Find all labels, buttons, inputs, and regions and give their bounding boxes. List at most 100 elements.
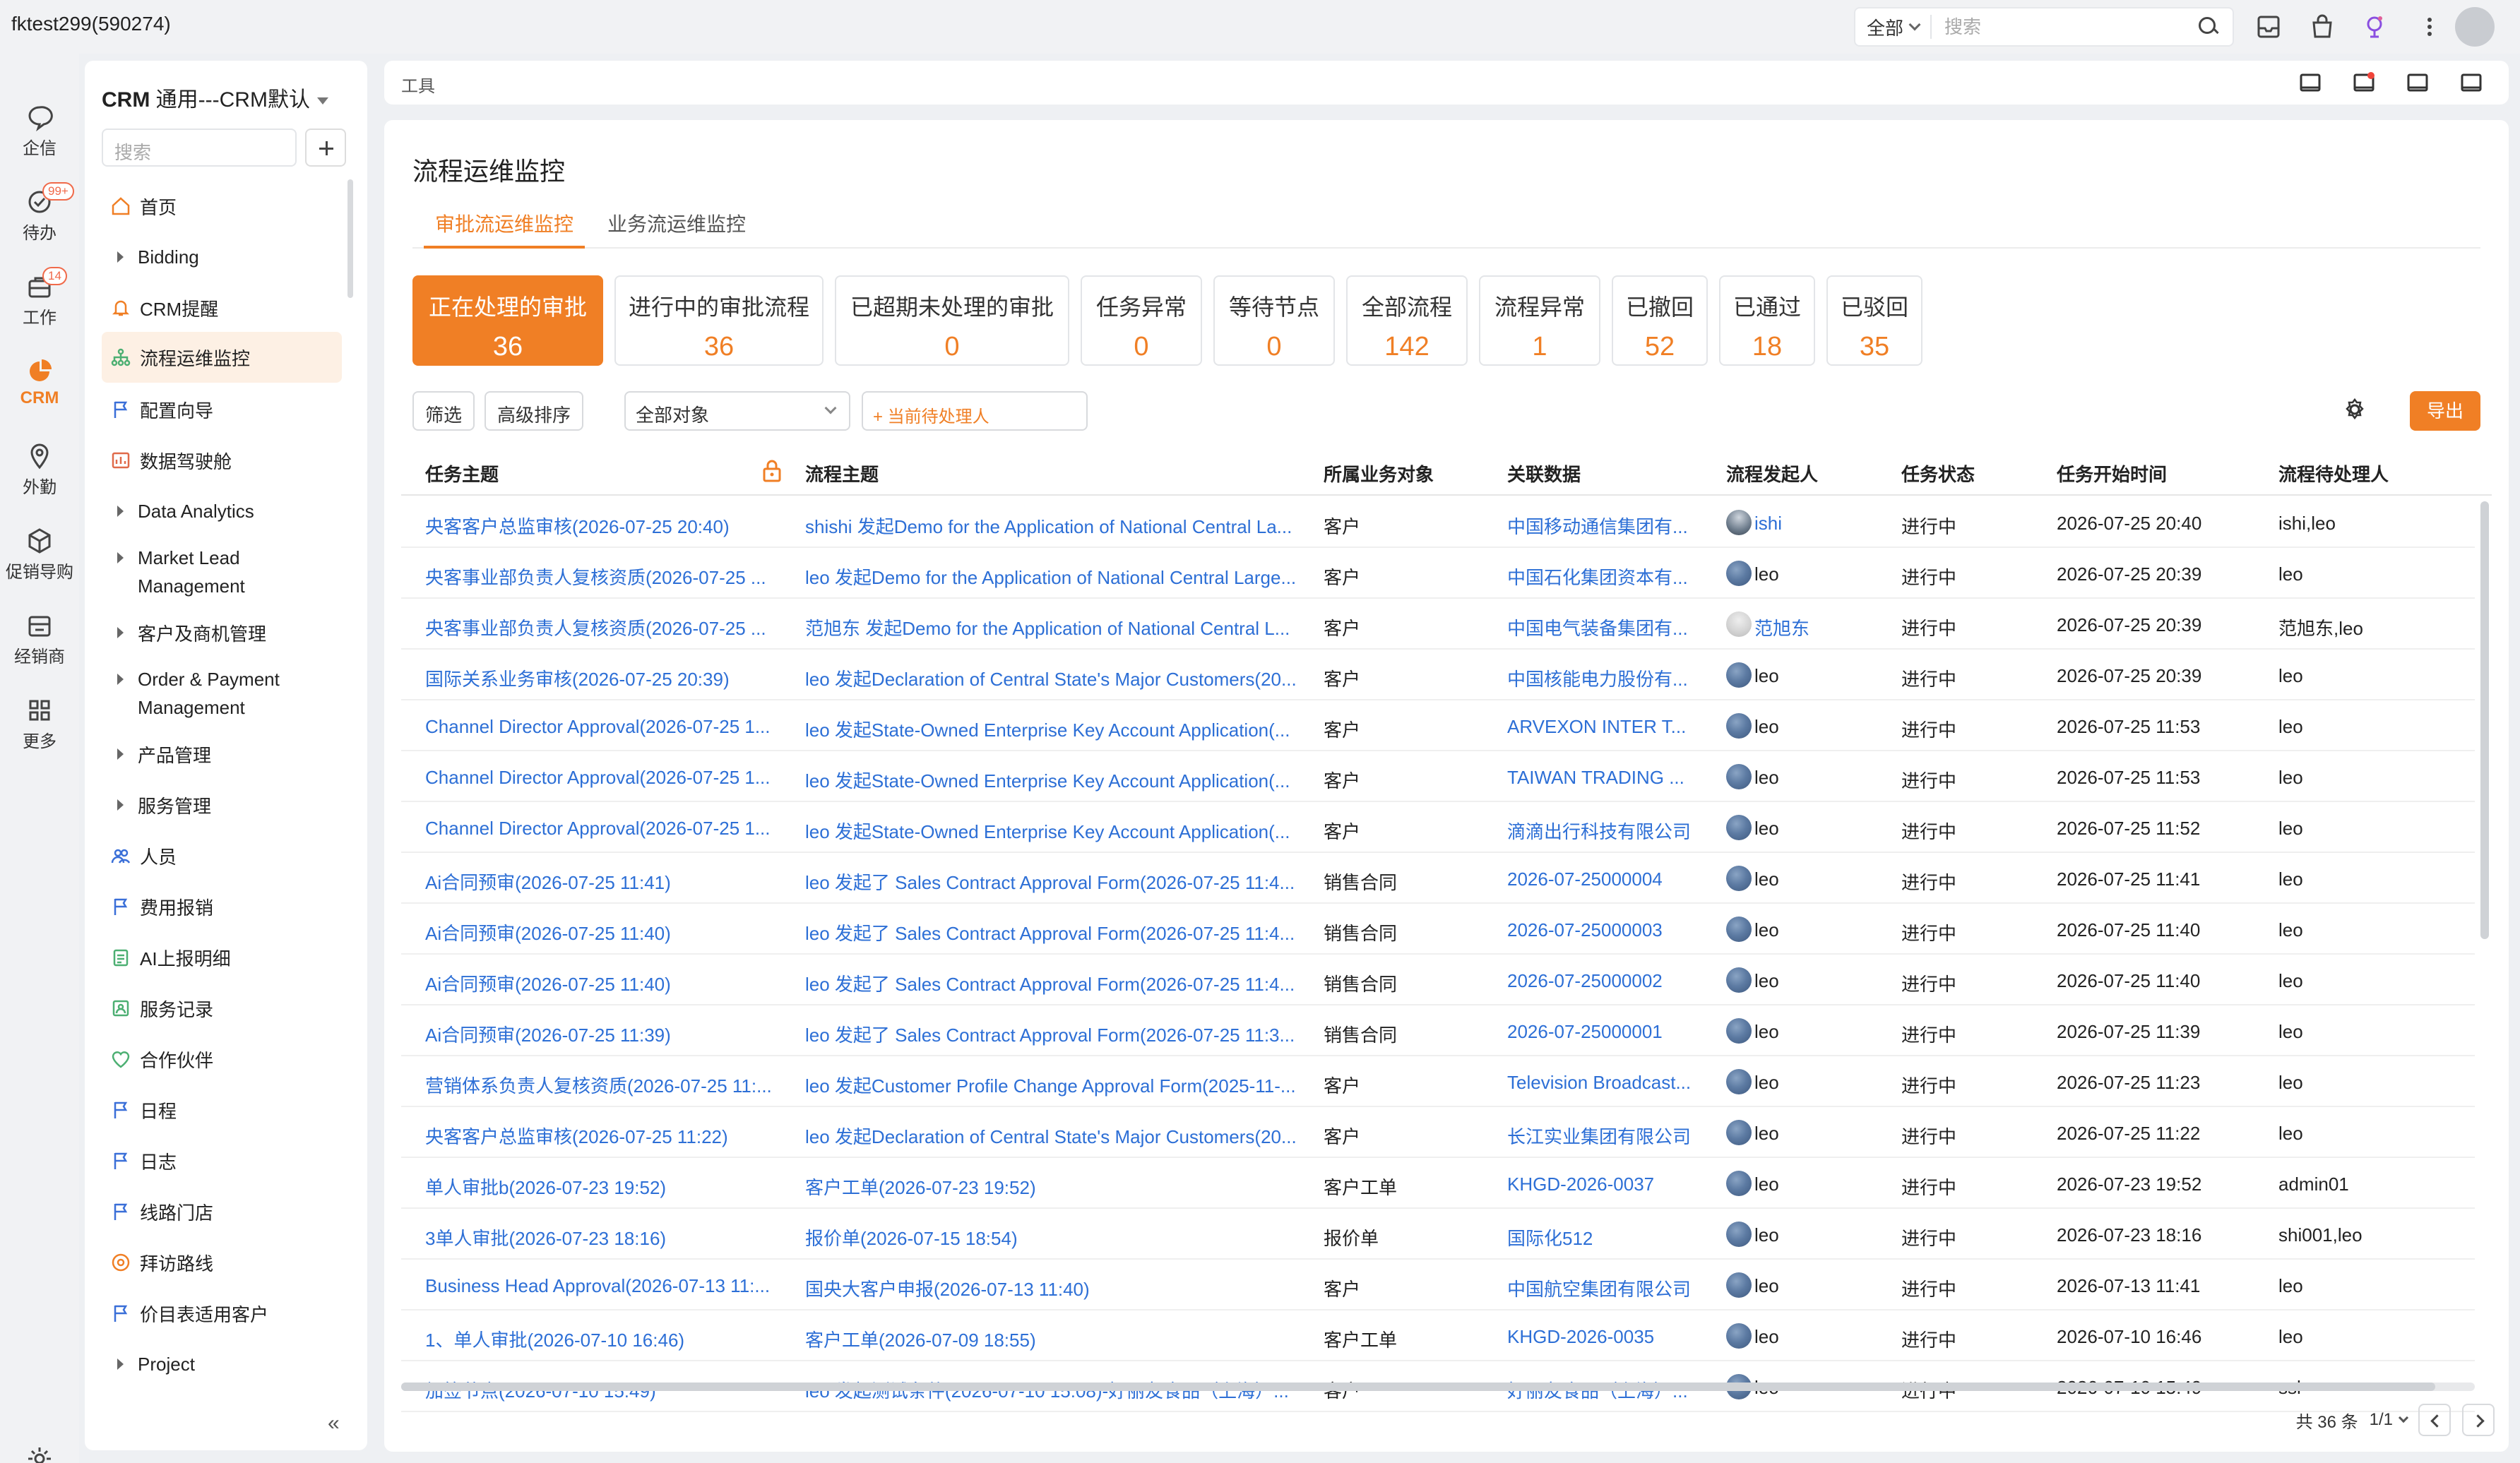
nav-journal[interactable]: 日志 [102,1141,342,1181]
table-horizontal-scrollbar[interactable] [401,1383,2475,1391]
sidebar-scrollbar[interactable] [347,179,353,298]
add-menu-button[interactable] [305,129,346,167]
stat-all-flows[interactable]: 全部流程 142 [1346,275,1468,366]
related-data-cell[interactable]: 国际化512 [1507,1224,1712,1250]
related-data-cell[interactable]: 2026-07-25000003 [1507,919,1712,941]
flow-subject-cell[interactable]: 客户工单(2026-07-23 19:52) [805,1174,1300,1200]
table-row[interactable]: Ai合同预审(2026-07-25 11:39) leo 发起了 Sales Co… [401,1005,2475,1056]
task-subject-cell[interactable]: 3单人审批(2026-07-23 18:16) [425,1224,778,1250]
ai-assistant-icon[interactable] [2360,13,2389,41]
task-subject-cell[interactable]: Channel Director Approval(2026-07-25 1..… [425,716,778,738]
task-subject-cell[interactable]: Ai合同预审(2026-07-25 11:40) [425,919,778,945]
task-subject-cell[interactable]: Channel Director Approval(2026-07-25 1..… [425,767,778,789]
table-row[interactable]: Business Head Approval(2026-07-13 11:...… [401,1260,2475,1310]
flow-subject-cell[interactable]: 国央大客户申报(2026-07-13 11:40) [805,1275,1300,1301]
stat-rejected[interactable]: 已驳回 35 [1826,275,1922,366]
flow-subject-cell[interactable]: leo 发起Declaration of Central State's Maj… [805,1123,1300,1149]
nav-pricelist-customer[interactable]: 价目表适用客户 [102,1294,342,1333]
stat-flow-errors[interactable]: 流程异常 1 [1479,275,1600,366]
related-data-cell[interactable]: 中国移动通信集团有... [1507,513,1712,539]
flow-subject-cell[interactable]: 范旭东 发起Demo for the Application of Nation… [805,614,1300,640]
task-subject-cell[interactable]: Ai合同预审(2026-07-25 11:41) [425,868,778,895]
stat-waiting-nodes[interactable]: 等待节点 0 [1213,275,1335,366]
related-data-cell[interactable]: 中国航空集团有限公司 [1507,1275,1712,1301]
task-subject-cell[interactable]: 央客客户总监审核(2026-07-25 20:40) [425,513,778,539]
search-scope-select[interactable]: 全部 [1855,15,1932,39]
nav-product[interactable]: 产品管理 [102,734,342,774]
task-subject-cell[interactable]: Business Head Approval(2026-07-13 11:... [425,1275,778,1297]
settings-gear-icon[interactable] [25,1445,54,1463]
more-vertical-icon[interactable] [2415,13,2444,41]
advanced-sort-button[interactable]: 高级排序 [485,391,584,431]
nav-data-cockpit[interactable]: 数据驾驶舱 [102,441,342,480]
account-name[interactable]: fktest299(590274) [11,13,171,35]
tab-business-monitor[interactable]: 业务流运维监控 [607,209,746,249]
table-row[interactable]: 营销体系负责人复核资质(2026-07-25 11:... leo 发起Custo… [401,1056,2475,1107]
related-data-cell[interactable]: TAIWAN TRADING ... [1507,767,1712,789]
flow-subject-cell[interactable]: 客户工单(2026-07-09 18:55) [805,1326,1300,1352]
nav-home[interactable]: 首页 [102,186,342,226]
stat-approved[interactable]: 已通过 18 [1719,275,1815,366]
flow-subject-cell[interactable]: 报价单(2026-07-15 18:54) [805,1224,1300,1250]
related-data-cell[interactable]: 中国核能电力股份有... [1507,665,1712,691]
flow-subject-cell[interactable]: leo 发起了 Sales Contract Approval Form(202… [805,868,1300,895]
nav-customer-opportunity[interactable]: 客户及商机管理 [102,613,342,652]
task-subject-cell[interactable]: Ai合同预审(2026-07-25 11:40) [425,970,778,996]
flow-subject-cell[interactable]: leo 发起Customer Profile Change Approval F… [805,1072,1300,1098]
add-handler-filter[interactable]: + 当前待处理人 [862,391,1088,431]
nav-schedule[interactable]: 日程 [102,1090,342,1130]
layout-icon[interactable] [2298,71,2322,95]
collapse-sidebar-icon[interactable]: « [328,1413,347,1434]
flow-subject-cell[interactable]: leo 发起State-Owned Enterprise Key Account… [805,818,1300,844]
table-row[interactable]: 1、单人审批(2026-07-10 16:46) 客户工单(2026-07-09 … [401,1310,2475,1361]
col-related-data[interactable]: 关联数据 [1507,460,1581,486]
related-data-cell[interactable]: KHGD-2026-0035 [1507,1326,1712,1348]
table-row[interactable]: 国际关系业务审核(2026-07-25 20:39) leo 发起Declarat… [401,650,2475,700]
task-subject-cell[interactable]: 营销体系负责人复核资质(2026-07-25 11:... [425,1072,778,1098]
stat-processing-approvals[interactable]: 正在处理的审批 36 [412,275,603,366]
split-view-icon[interactable] [2406,71,2430,95]
nav-route-store[interactable]: 线路门店 [102,1192,342,1231]
table-row[interactable]: Channel Director Approval(2026-07-25 1..… [401,751,2475,802]
related-data-cell[interactable]: 长江实业集团有限公司 [1507,1123,1712,1149]
col-task-status[interactable]: 任务状态 [1901,460,1975,486]
stat-ongoing-flows[interactable]: 进行中的审批流程 36 [614,275,824,366]
task-subject-cell[interactable]: 央客事业部负责人复核资质(2026-07-25 ... [425,614,778,640]
app-switcher[interactable]: CRM 通用---CRM默认 [102,82,328,113]
nav-data-analytics[interactable]: Data Analytics [102,491,342,531]
nav-crm-reminder[interactable]: CRM提醒 [102,288,342,328]
stat-overdue-approvals[interactable]: 已超期未处理的审批 0 [835,275,1069,366]
lock-icon[interactable] [761,459,783,483]
col-start-time[interactable]: 任务开始时间 [2057,460,2167,486]
related-data-cell[interactable]: Television Broadcast... [1507,1072,1712,1094]
column-settings-icon[interactable] [2339,394,2370,425]
flow-subject-cell[interactable]: leo 发起State-Owned Enterprise Key Account… [805,716,1300,742]
nav-expense[interactable]: 费用报销 [102,887,342,926]
related-data-cell[interactable]: 滴滴出行科技有限公司 [1507,818,1712,844]
flow-subject-cell[interactable]: shishi 发起Demo for the Application of Nat… [805,513,1300,539]
flow-subject-cell[interactable]: leo 发起了 Sales Contract Approval Form(202… [805,970,1300,996]
flow-subject-cell[interactable]: leo 发起Demo for the Application of Nation… [805,563,1300,590]
nav-order-payment[interactable]: Order & Payment Management [102,665,342,722]
task-subject-cell[interactable]: 国际关系业务审核(2026-07-25 20:39) [425,665,778,691]
nav-personnel[interactable]: 人员 [102,836,342,876]
bag-icon[interactable] [2308,13,2336,41]
table-row[interactable]: 央客事业部负责人复核资质(2026-07-25 ... leo 发起Demo fo… [401,548,2475,599]
nav-visit-route[interactable]: 拜访路线 [102,1243,342,1282]
related-data-cell[interactable]: KHGD-2026-0037 [1507,1174,1712,1195]
nav-market-lead[interactable]: Market Lead Management [102,544,342,600]
window-icon[interactable] [2459,71,2483,95]
rail-item-messages[interactable]: 企信 [0,103,79,159]
col-initiator[interactable]: 流程发起人 [1726,460,1818,486]
col-business-object[interactable]: 所属业务对象 [1324,460,1434,486]
table-row[interactable]: Channel Director Approval(2026-07-25 1..… [401,802,2475,853]
flow-subject-cell[interactable]: leo 发起了 Sales Contract Approval Form(202… [805,919,1300,945]
filter-button[interactable]: 筛选 [412,391,475,431]
related-data-cell[interactable]: 中国石化集团资本有... [1507,563,1712,590]
rail-item-promo[interactable]: 促销导购 [0,527,79,583]
col-task-subject[interactable]: 任务主题 [425,460,499,486]
nav-bidding[interactable]: Bidding [102,237,342,277]
table-vertical-scrollbar[interactable] [2480,501,2489,939]
table-row[interactable]: Channel Director Approval(2026-07-25 1..… [401,700,2475,751]
rail-item-field[interactable]: 外勤 [0,442,79,498]
